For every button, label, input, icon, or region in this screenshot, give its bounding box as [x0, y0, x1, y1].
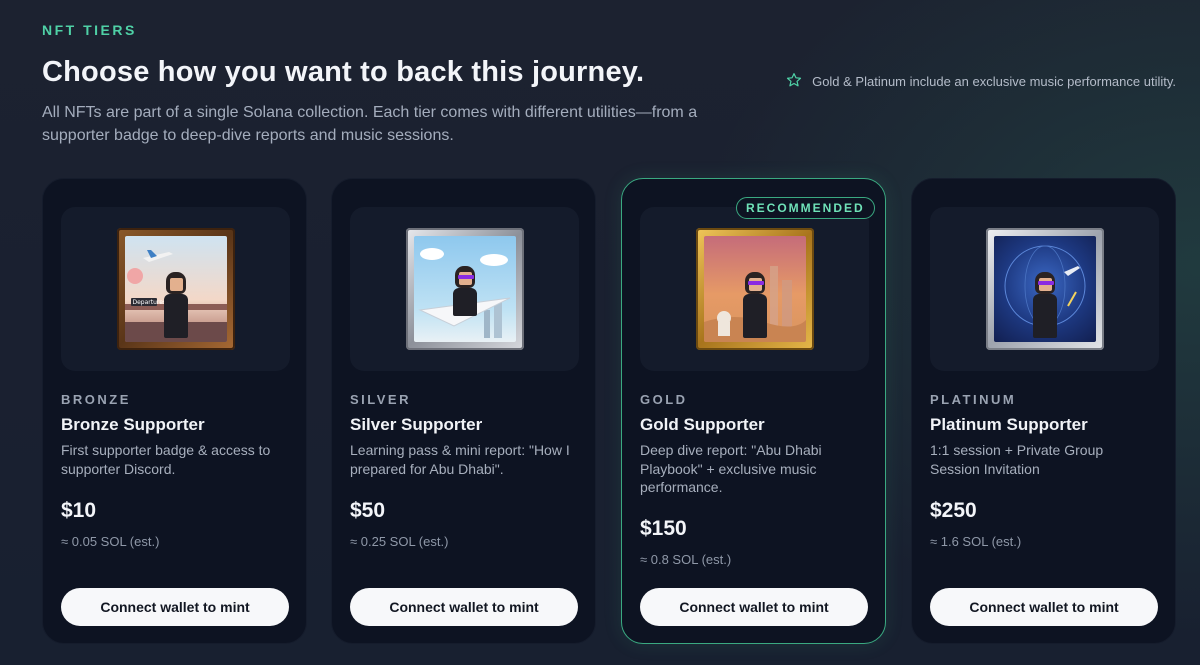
tier-card-gold: RECOMMENDED GOLD Gold Supporter Deep div… [621, 178, 886, 644]
utility-note: Gold & Platinum include an exclusive mus… [786, 72, 1176, 91]
tier-name: Platinum Supporter [930, 415, 1088, 434]
avatar [448, 266, 482, 316]
tier-card-platinum: PLATINUM Platinum Supporter 1:1 session … [911, 178, 1176, 644]
tier-name: Silver Supporter [350, 415, 483, 434]
nft-image-bronze: Departures [124, 236, 227, 342]
nft-frame-silver [405, 228, 524, 350]
nft-image-gold [703, 236, 806, 342]
avatar [159, 272, 193, 338]
connect-wallet-button-silver[interactable]: Connect wallet to mint [350, 588, 578, 626]
nft-frame-gold [695, 228, 814, 350]
avatar [1028, 272, 1062, 338]
tier-sol-estimate: ≈ 0.05 SOL (est.) [61, 534, 160, 549]
tier-label: BRONZE [61, 392, 131, 407]
tier-price: $10 [61, 499, 97, 522]
tier-name: Bronze Supporter [61, 415, 205, 434]
tier-name: Gold Supporter [640, 415, 765, 434]
tier-sol-estimate: ≈ 0.25 SOL (est.) [350, 534, 449, 549]
tier-sol-estimate: ≈ 1.6 SOL (est.) [930, 534, 1022, 549]
utility-note-text: Gold & Platinum include an exclusive mus… [812, 74, 1176, 89]
tier-cards: Departures BRONZE Bronze Supporter First… [42, 178, 1176, 644]
nft-frame-bronze: Departures [116, 228, 235, 350]
tier-card-silver: SILVER Silver Supporter Learning pass & … [331, 178, 596, 644]
tier-description: First supporter badge & access to suppor… [61, 442, 271, 477]
nft-artwork-box: Departures [61, 207, 290, 371]
nft-artwork-box [350, 207, 579, 371]
star-icon [786, 72, 802, 91]
tier-label: PLATINUM [930, 392, 1017, 407]
tier-card-bronze: Departures BRONZE Bronze Supporter First… [42, 178, 307, 644]
tier-price: $50 [350, 499, 386, 522]
connect-wallet-button-platinum[interactable]: Connect wallet to mint [930, 588, 1158, 626]
tier-price: $150 [640, 517, 687, 540]
nft-image-platinum [993, 236, 1096, 342]
tier-sol-estimate: ≈ 0.8 SOL (est.) [640, 552, 732, 567]
page-subtitle: All NFTs are part of a single Solana col… [42, 104, 698, 144]
tier-label: GOLD [640, 392, 688, 407]
connect-wallet-button-gold[interactable]: Connect wallet to mint [640, 588, 868, 626]
tier-price: $250 [930, 499, 977, 522]
avatar [738, 272, 772, 338]
tier-label: SILVER [350, 392, 411, 407]
tier-description: 1:1 session + Private Group Session Invi… [930, 442, 1104, 477]
tier-description: Deep dive report: "Abu Dhabi Playbook" +… [640, 442, 822, 495]
tier-description: Learning pass & mini report: "How I prep… [350, 442, 570, 477]
nft-frame-platinum [985, 228, 1104, 350]
nft-artwork-box [640, 207, 869, 371]
section-eyebrow: NFT TIERS [42, 22, 137, 38]
connect-wallet-button-bronze[interactable]: Connect wallet to mint [61, 588, 289, 626]
nft-image-silver [413, 236, 516, 342]
recommended-badge: RECOMMENDED [736, 197, 875, 219]
nft-artwork-box [930, 207, 1159, 371]
